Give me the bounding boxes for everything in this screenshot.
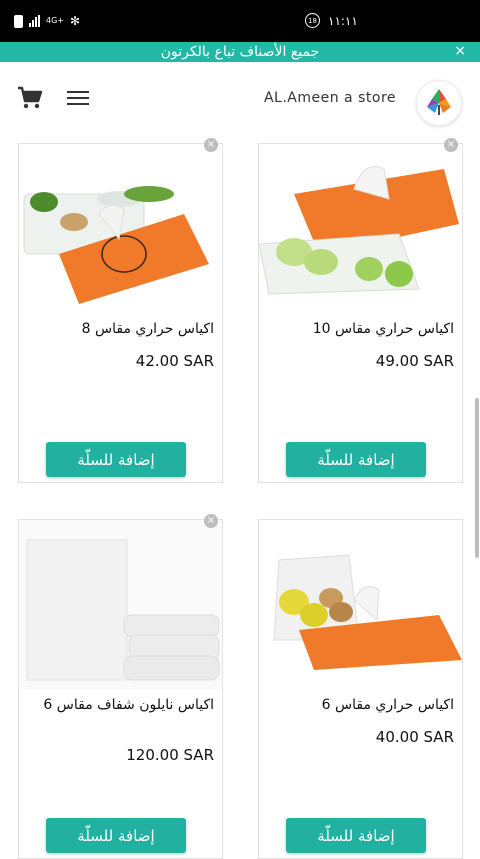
network-type: 4G+ — [46, 16, 64, 25]
logo-icon — [427, 89, 451, 115]
bluetooth-icon: ✻ — [70, 14, 81, 28]
notification-icon: 18 — [305, 13, 320, 28]
add-to-cart-button[interactable]: إضافة للسلّة — [286, 818, 426, 853]
product-image[interactable] — [259, 144, 462, 314]
card-close-icon[interactable]: × — [204, 514, 218, 528]
product-price: 42.00 SAR — [135, 352, 214, 370]
cart-icon — [18, 86, 43, 109]
status-center: 18 ١١:١١ — [305, 13, 358, 28]
product-image[interactable] — [19, 144, 222, 309]
status-left: 4G+ ✻ — [14, 14, 80, 28]
product-image-graphic — [259, 144, 462, 314]
product-price: 40.00 SAR — [375, 728, 454, 746]
product-image-graphic — [259, 520, 462, 680]
status-bar: 4G+ ✻ 18 ١١:١١ — [0, 0, 480, 42]
product-price: 49.00 SAR — [375, 352, 454, 370]
status-time: ١١:١١ — [328, 13, 358, 28]
announcement-banner: جميع الأصناف تباع بالكرتون × — [0, 42, 480, 62]
store-logo[interactable] — [416, 80, 462, 126]
battery-icon — [14, 14, 23, 28]
menu-button[interactable] — [67, 91, 89, 107]
product-title[interactable]: اكياس حراري مقاس 8 — [26, 320, 214, 339]
product-image-graphic — [19, 144, 222, 309]
card-close-icon[interactable]: × — [444, 138, 458, 152]
product-image[interactable] — [259, 520, 462, 680]
cart-button[interactable] — [17, 86, 43, 110]
product-card[interactable]: اكياس حراري مقاس 6 40.00 SAR إضافة للسلّ… — [258, 519, 463, 859]
scrollbar-thumb[interactable] — [475, 398, 479, 558]
product-image[interactable] — [19, 520, 222, 690]
store-name[interactable]: AL.Ameen a store — [264, 90, 396, 106]
product-card[interactable]: × اكياس حراري مقاس 8 42.00 SAR إضافة للس… — [18, 138, 223, 483]
signal-icon — [29, 15, 40, 27]
add-to-cart-button[interactable]: إضافة للسلّة — [46, 442, 186, 477]
add-to-cart-button[interactable]: إضافة للسلّة — [286, 442, 426, 477]
app-header: AL.Ameen a store — [0, 62, 480, 134]
product-title[interactable]: اكياس نايلون شفاف مقاس 6 — [26, 696, 214, 715]
product-price: 120.00 SAR — [126, 746, 214, 764]
banner-close-button[interactable]: × — [454, 43, 466, 59]
banner-text: جميع الأصناف تباع بالكرتون — [160, 44, 320, 60]
add-to-cart-button[interactable]: إضافة للسلّة — [46, 818, 186, 853]
product-title[interactable]: اكياس حراري مقاس 6 — [266, 696, 454, 715]
product-card[interactable]: × اكياس حراري مقاس 10 49.00 SAR إضافة لل… — [258, 138, 463, 483]
product-image-graphic — [19, 520, 222, 690]
product-card[interactable]: × اكياس نايلون شفاف مقاس 6 120.00 SAR إض… — [18, 514, 223, 859]
product-title[interactable]: اكياس حراري مقاس 10 — [266, 320, 454, 339]
card-close-icon[interactable]: × — [204, 138, 218, 152]
